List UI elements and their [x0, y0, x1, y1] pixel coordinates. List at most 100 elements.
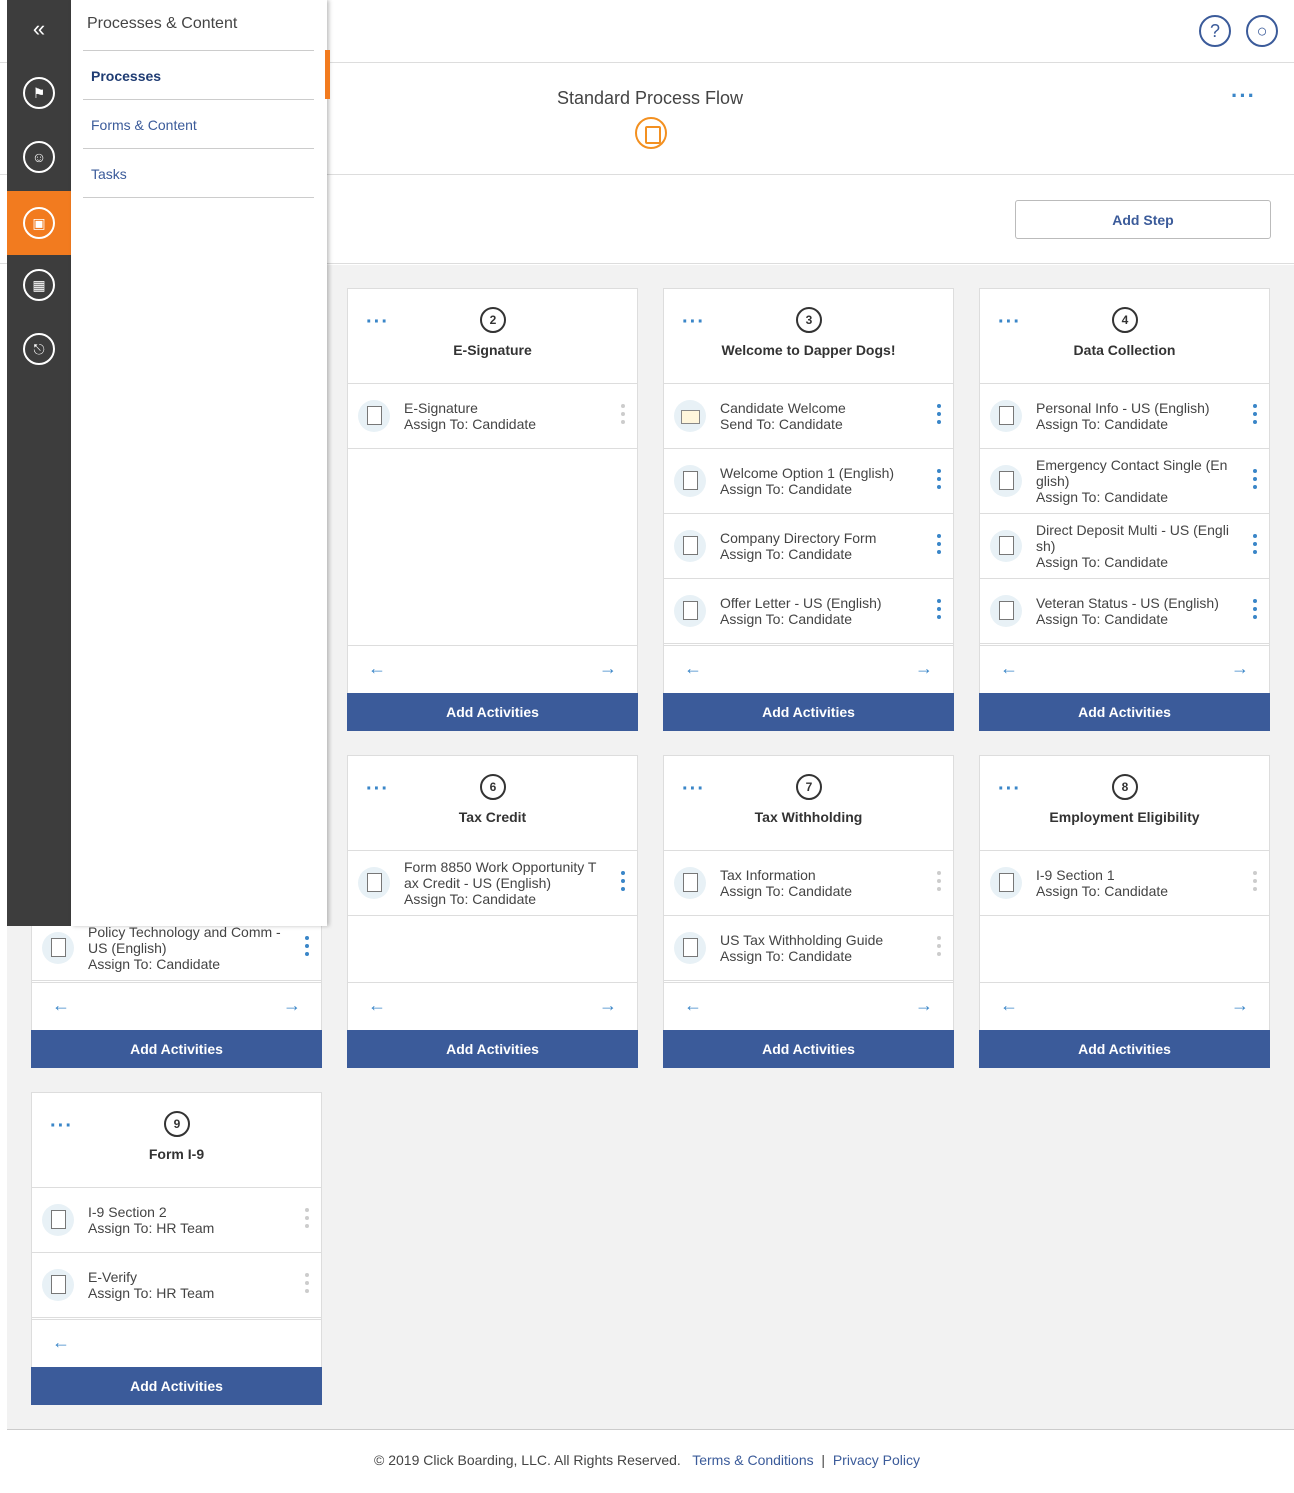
arrow-right-icon[interactable]: →: [599, 658, 617, 679]
kebab-menu-icon[interactable]: [619, 871, 627, 891]
flyout-item-processes[interactable]: Processes: [83, 50, 314, 99]
kebab-menu-icon[interactable]: [1251, 871, 1259, 891]
step-number: 4: [1112, 307, 1138, 333]
building-icon: ▦: [23, 269, 55, 301]
activity-item[interactable]: Emergency Contact Single (En glish) Assig…: [980, 449, 1269, 514]
arrow-right-icon[interactable]: →: [915, 658, 933, 679]
step-title: E-Signature: [453, 342, 532, 358]
activity-item[interactable]: Personal Info - US (English) Assign To: C…: [980, 384, 1269, 449]
form-icon: [990, 595, 1022, 627]
flyout-item-forms-content[interactable]: Forms & Content: [83, 99, 314, 148]
add-activities-button[interactable]: Add Activities: [663, 693, 954, 731]
nav-processes-flag[interactable]: ⚑: [7, 61, 71, 125]
kebab-menu-icon[interactable]: [303, 936, 311, 956]
add-activities-button[interactable]: Add Activities: [979, 1030, 1270, 1068]
kebab-menu-icon[interactable]: [619, 404, 627, 424]
more-dots-icon[interactable]: ···: [366, 778, 389, 801]
activity-item[interactable]: Welcome Option 1 (English) Assign To: Can…: [664, 449, 953, 514]
card-nav: ← →: [348, 645, 637, 693]
arrow-right-icon[interactable]: →: [915, 995, 933, 1016]
page-title: Standard Process Flow: [556, 88, 744, 108]
arrow-left-icon[interactable]: ←: [684, 995, 702, 1016]
card-nav: ← →: [980, 645, 1269, 693]
arrow-left-icon[interactable]: ←: [368, 658, 386, 679]
kebab-menu-icon[interactable]: [1251, 404, 1259, 424]
activity-item[interactable]: I-9 Section 2 Assign To: HR Team: [32, 1188, 321, 1253]
activity-item[interactable]: US Tax Withholding Guide Assign To: Candi…: [664, 916, 953, 981]
more-dots-icon[interactable]: ···: [1231, 83, 1256, 109]
kebab-menu-icon[interactable]: [935, 871, 943, 891]
activity-assignee: Assign To: Candidate: [1036, 416, 1169, 432]
kebab-menu-icon[interactable]: [935, 469, 943, 489]
arrow-left-icon[interactable]: ←: [52, 995, 70, 1016]
arrow-left-icon[interactable]: ←: [368, 995, 386, 1016]
step-number: 6: [480, 774, 506, 800]
step-card: ··· 3 Welcome to Dapper Dogs! Candidate …: [663, 288, 954, 731]
arrow-right-icon[interactable]: →: [599, 995, 617, 1016]
activity-item[interactable]: Company Directory Form Assign To: Candida…: [664, 514, 953, 579]
kebab-menu-icon[interactable]: [1251, 599, 1259, 619]
footer-separator: |: [821, 1452, 826, 1468]
arrow-left-icon[interactable]: ←: [52, 1332, 70, 1353]
activity-item[interactable]: Offer Letter - US (English) Assign To: Ca…: [664, 579, 953, 644]
arrow-right-icon[interactable]: →: [1231, 658, 1249, 679]
arrow-right-icon[interactable]: →: [283, 995, 301, 1016]
add-activities-button[interactable]: Add Activities: [347, 1030, 638, 1068]
account-lock-icon[interactable]: ○: [1246, 15, 1278, 47]
kebab-menu-icon[interactable]: [1251, 534, 1259, 554]
kebab-menu-icon[interactable]: [935, 534, 943, 554]
add-step-button[interactable]: Add Step: [1015, 200, 1271, 239]
activity-item[interactable]: E-Signature Assign To: Candidate: [348, 384, 637, 449]
form-icon: [990, 530, 1022, 562]
activity-item[interactable]: Candidate Welcome Send To: Candidate: [664, 384, 953, 449]
arrow-left-icon[interactable]: ←: [684, 658, 702, 679]
activity-assignee: Assign To: Candidate: [720, 883, 853, 899]
kebab-menu-icon[interactable]: [303, 1273, 311, 1293]
arrow-left-icon[interactable]: ←: [1000, 995, 1018, 1016]
activity-assignee: Assign To: HR Team: [88, 1285, 215, 1301]
terms-link[interactable]: Terms & Conditions: [692, 1452, 813, 1468]
collapse-icon[interactable]: «: [7, 16, 71, 42]
kebab-menu-icon[interactable]: [303, 1208, 311, 1228]
form-locked-icon: [990, 867, 1022, 899]
activity-item[interactable]: Direct Deposit Multi - US (Engli sh) Assi…: [980, 514, 1269, 579]
nav-people[interactable]: ☺: [7, 125, 71, 189]
activity-name: E-Verify: [88, 1269, 138, 1285]
flyout-title: Processes & Content: [87, 15, 238, 32]
more-dots-icon[interactable]: ···: [998, 778, 1021, 801]
flag-icon: ⚑: [23, 77, 55, 109]
activity-item[interactable]: Tax Information Assign To: Candidate: [664, 851, 953, 916]
add-activities-button[interactable]: Add Activities: [31, 1367, 322, 1405]
activity-item[interactable]: Form 8850 Work Opportunity T ax Credit -…: [348, 851, 637, 916]
more-dots-icon[interactable]: ···: [998, 311, 1021, 334]
add-activities-button[interactable]: Add Activities: [347, 693, 638, 731]
activity-assignee: Assign To: Candidate: [404, 891, 537, 907]
arrow-right-icon[interactable]: →: [1231, 995, 1249, 1016]
help-icon[interactable]: ?: [1199, 15, 1231, 47]
arrow-left-icon[interactable]: ←: [1000, 658, 1018, 679]
activity-item[interactable]: E-Verify Assign To: HR Team: [32, 1253, 321, 1318]
nav-organization[interactable]: ▦: [7, 253, 71, 317]
kebab-menu-icon[interactable]: [935, 936, 943, 956]
more-dots-icon[interactable]: ···: [366, 311, 389, 334]
activity-name: Policy Technology and Comm - US (English…: [88, 924, 281, 956]
more-dots-icon[interactable]: ···: [50, 1115, 73, 1138]
nav-processes-content[interactable]: ▣: [7, 191, 77, 255]
step-header: ··· 9 Form I-9: [32, 1093, 321, 1188]
more-dots-icon[interactable]: ···: [682, 778, 705, 801]
nav-integrations[interactable]: ⎋: [7, 317, 71, 381]
form-icon: [674, 530, 706, 562]
add-activities-button[interactable]: Add Activities: [31, 1030, 322, 1068]
activity-item[interactable]: I-9 Section 1 Assign To: Candidate: [980, 851, 1269, 916]
activity-name: Company Directory Form: [720, 530, 877, 546]
privacy-link[interactable]: Privacy Policy: [833, 1452, 920, 1468]
more-dots-icon[interactable]: ···: [682, 311, 705, 334]
flyout-item-tasks[interactable]: Tasks: [83, 148, 314, 197]
add-activities-button[interactable]: Add Activities: [979, 693, 1270, 731]
kebab-menu-icon[interactable]: [935, 404, 943, 424]
kebab-menu-icon[interactable]: [935, 599, 943, 619]
add-activities-button[interactable]: Add Activities: [663, 1030, 954, 1068]
activity-item[interactable]: Veteran Status - US (English) Assign To: …: [980, 579, 1269, 644]
step-title: Form I-9: [148, 1146, 205, 1162]
kebab-menu-icon[interactable]: [1251, 469, 1259, 489]
